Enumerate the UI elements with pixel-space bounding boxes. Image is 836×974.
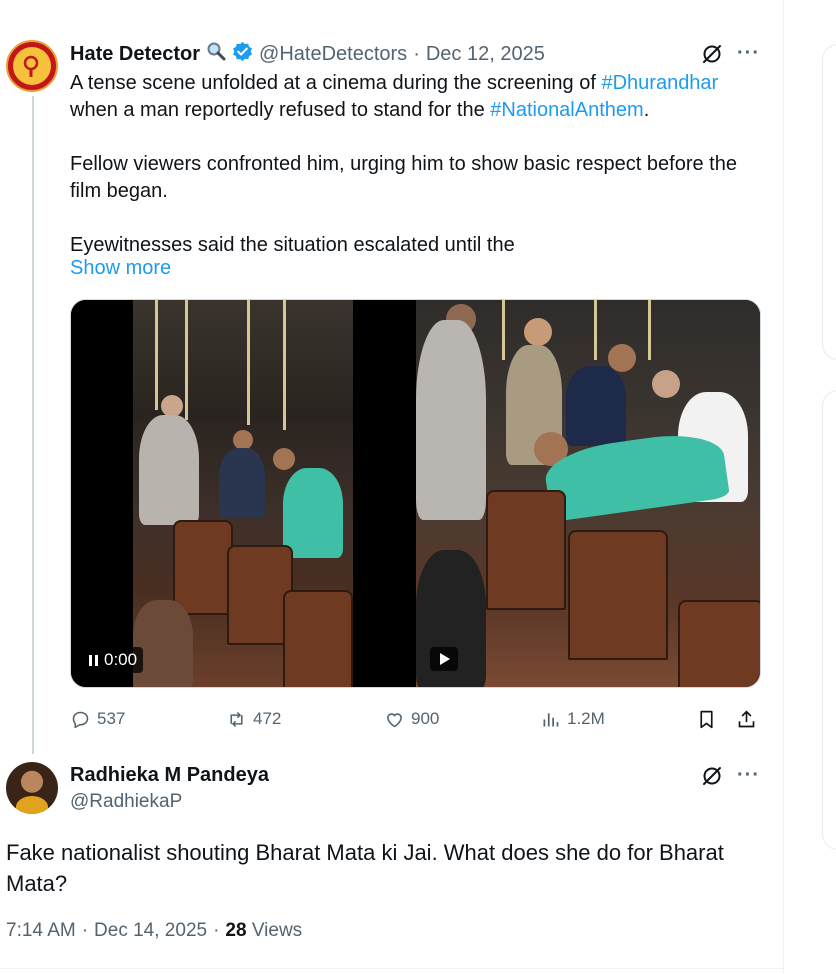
- timeline-column: Hate Detector @HateDetectors · Dec 12, 2…: [0, 0, 784, 974]
- cinema-seat: [678, 600, 760, 687]
- person-figure: [283, 468, 343, 558]
- share-button[interactable]: [736, 704, 757, 734]
- tweet-body: A tense scene unfolded at a cinema durin…: [70, 70, 770, 259]
- column-divider: [783, 0, 784, 974]
- reply-date[interactable]: Dec 14, 2025: [94, 920, 207, 942]
- wall-light-stripe: [155, 300, 158, 410]
- meta-separator: ·: [213, 920, 220, 941]
- video-frame: [133, 300, 353, 687]
- tweet-text-segment: A tense scene unfolded at a cinema durin…: [70, 72, 602, 94]
- person-figure: [219, 448, 265, 518]
- play-icon[interactable]: [430, 647, 458, 671]
- reply-views-count: 28: [225, 920, 247, 941]
- like-count: 900: [411, 709, 440, 728]
- bookmark-button[interactable]: [696, 704, 717, 734]
- reply-count: 537: [97, 709, 126, 728]
- reply-author-name[interactable]: Radhieka M Pandeya: [70, 764, 269, 787]
- cinema-seat: [173, 520, 233, 615]
- tweet-date[interactable]: Dec 12, 2025: [426, 43, 545, 66]
- video-timestamp: 0:00: [104, 650, 138, 669]
- tweet-paragraph-3: Eyewitnesses said the situation escalate…: [70, 234, 515, 256]
- sidebar-card: [822, 390, 836, 850]
- page: Hate Detector @HateDetectors · Dec 12, 2…: [0, 0, 836, 974]
- view-count: 1.2M: [567, 709, 605, 728]
- more-icon[interactable]: ···: [737, 764, 760, 787]
- wall-light-stripe: [185, 300, 188, 420]
- views-button[interactable]: 1.2M: [540, 704, 605, 734]
- video-player-left[interactable]: 0:00: [71, 300, 414, 687]
- media-grid: 0:00: [70, 299, 761, 688]
- hashtag-link[interactable]: #Dhurandhar: [601, 72, 718, 94]
- author-handle[interactable]: @HateDetectors: [259, 43, 407, 66]
- wall-light-stripe: [594, 300, 597, 360]
- sidebar-card: [822, 44, 836, 360]
- share-icon: [738, 709, 755, 727]
- bookmark-icon: [700, 710, 713, 728]
- wall-light-stripe: [648, 300, 651, 360]
- reply-button[interactable]: 537: [70, 704, 125, 734]
- reply-top-actions: ···: [701, 764, 760, 787]
- reply-icon: [72, 711, 89, 728]
- person-figure: [133, 600, 193, 687]
- magnifier-emoji-icon: [206, 41, 226, 67]
- wall-light-stripe: [502, 300, 505, 360]
- author-name[interactable]: Hate Detector: [70, 43, 200, 66]
- reply-author-handle[interactable]: @RadhiekaP: [70, 791, 182, 813]
- views-icon: [543, 712, 559, 726]
- divider: [0, 968, 784, 969]
- avatar-photo: [16, 796, 48, 814]
- like-button[interactable]: 900: [384, 704, 439, 734]
- person-figure: [566, 366, 626, 446]
- reply-time[interactable]: 7:14 AM: [6, 920, 76, 942]
- reply-views-label: Views: [251, 920, 303, 941]
- magnifier-logo-icon: [23, 55, 39, 77]
- person-figure: [139, 415, 199, 525]
- thread-connector-line: [32, 96, 34, 754]
- author-avatar[interactable]: [6, 40, 58, 92]
- show-more-link[interactable]: Show more: [70, 257, 171, 280]
- avatar-logo: [13, 47, 51, 85]
- pause-icon[interactable]: [89, 654, 98, 666]
- repost-count: 472: [253, 709, 282, 728]
- repost-button[interactable]: 472: [226, 704, 281, 734]
- person-head: [161, 395, 183, 417]
- reply-body: Fake nationalist shouting Bharat Mata ki…: [6, 840, 724, 896]
- tweet-top-actions: ···: [701, 42, 760, 65]
- tweet-paragraph-2: Fellow viewers confronted him, urging hi…: [70, 153, 737, 202]
- wall-light-stripe: [283, 300, 286, 430]
- grok-icon[interactable]: [701, 765, 723, 787]
- tweet-action-bar: 537 472 900 1.2M: [70, 704, 762, 734]
- cinema-seat: [283, 590, 353, 687]
- hashtag-link[interactable]: #NationalAnthem: [490, 99, 643, 121]
- person-head: [273, 448, 295, 470]
- tweet-text-segment: .: [643, 99, 650, 121]
- person-head: [233, 430, 253, 450]
- person-head: [652, 370, 680, 398]
- header-separator: ·: [413, 42, 420, 65]
- reply-author-avatar[interactable]: [6, 762, 58, 814]
- tweet-text-segment: when a man reportedly refused to stand f…: [70, 99, 491, 121]
- tweet-paragraph-1: A tense scene unfolded at a cinema durin…: [70, 70, 770, 124]
- repost-icon: [230, 711, 243, 727]
- wall-light-stripe: [247, 300, 250, 425]
- more-icon[interactable]: ···: [737, 42, 760, 65]
- verified-badge-icon: [232, 41, 253, 68]
- like-icon: [387, 712, 402, 727]
- cinema-seat: [568, 530, 668, 660]
- video-player-right[interactable]: [416, 300, 760, 687]
- tweet-header: Hate Detector @HateDetectors · Dec 12, 2…: [70, 40, 545, 68]
- cinema-seat: [486, 490, 566, 610]
- video-time-badge[interactable]: 0:00: [83, 647, 144, 673]
- reply-meta: 7:14 AM · Dec 14, 2025 · 28 Views: [6, 920, 302, 942]
- person-head: [608, 344, 636, 372]
- grok-icon[interactable]: [701, 43, 723, 65]
- person-figure: [416, 320, 486, 520]
- meta-separator: ·: [81, 920, 89, 941]
- person-head: [524, 318, 552, 346]
